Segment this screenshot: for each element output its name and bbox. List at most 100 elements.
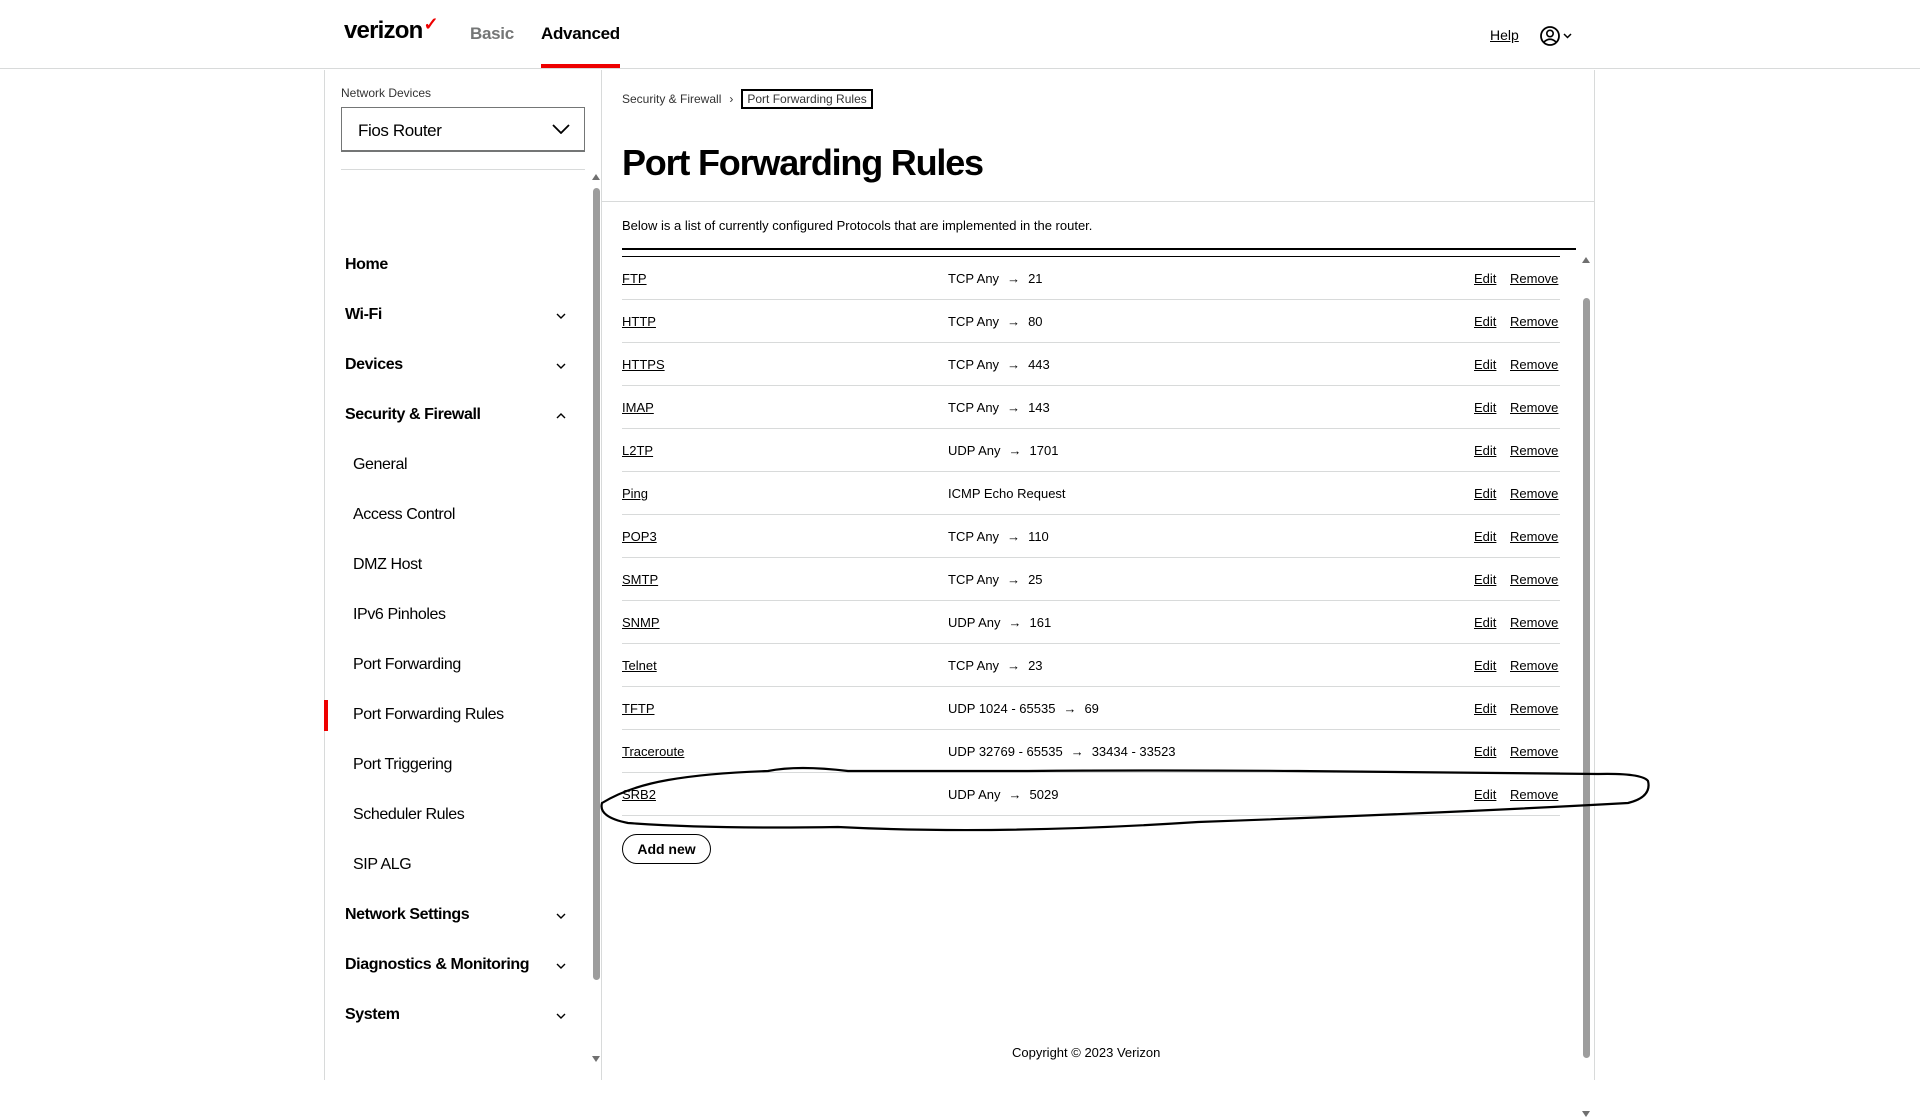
- scroll-up-arrow-icon[interactable]: [592, 174, 600, 180]
- rule-name-link[interactable]: Telnet: [622, 658, 657, 673]
- rule-to-port: 110: [1028, 529, 1049, 544]
- table-row: Telnet TCP Any → 23 Edit Remove: [622, 644, 1560, 687]
- sidebar-item-wifi[interactable]: Wi-Fi: [345, 306, 382, 324]
- edit-link[interactable]: Edit: [1474, 744, 1496, 759]
- edit-link[interactable]: Edit: [1474, 357, 1496, 372]
- remove-link[interactable]: Remove: [1510, 529, 1558, 544]
- remove-link[interactable]: Remove: [1510, 615, 1558, 630]
- remove-link[interactable]: Remove: [1510, 658, 1558, 673]
- sidebar-item-port-triggering[interactable]: Port Triggering: [353, 756, 452, 774]
- scroll-up-arrow-icon[interactable]: [1582, 257, 1590, 263]
- arrow-right-icon: →: [1007, 658, 1021, 673]
- rule-name-link[interactable]: SNMP: [622, 615, 660, 630]
- scroll-down-arrow-icon[interactable]: [592, 1056, 600, 1062]
- arrow-right-icon: →: [1007, 572, 1021, 587]
- chevron-down-icon[interactable]: [555, 1012, 567, 1020]
- remove-link[interactable]: Remove: [1510, 443, 1558, 458]
- remove-link[interactable]: Remove: [1510, 271, 1558, 286]
- rule-protocol: ICMP Echo Request: [948, 486, 1066, 501]
- edit-link[interactable]: Edit: [1474, 701, 1496, 716]
- remove-link[interactable]: Remove: [1510, 486, 1558, 501]
- edit-link[interactable]: Edit: [1474, 271, 1496, 286]
- sidebar-item-diagnostics[interactable]: Diagnostics & Monitoring: [345, 956, 530, 974]
- sidebar-item-general[interactable]: General: [353, 456, 408, 474]
- edit-link[interactable]: Edit: [1474, 443, 1496, 458]
- table-row: SNMP UDP Any → 161 Edit Remove: [622, 601, 1560, 644]
- sidebar-item-network-settings[interactable]: Network Settings: [345, 906, 470, 924]
- add-new-button[interactable]: Add new: [622, 834, 711, 864]
- sidebar-item-port-forwarding[interactable]: Port Forwarding: [353, 656, 461, 674]
- edit-link[interactable]: Edit: [1474, 314, 1496, 329]
- rule-name-link[interactable]: L2TP: [622, 443, 653, 458]
- edit-link[interactable]: Edit: [1474, 529, 1496, 544]
- rule-name-link[interactable]: SMTP: [622, 572, 658, 587]
- rule-from: TCP Any: [948, 357, 1000, 372]
- rule-name-link[interactable]: HTTPS: [622, 357, 665, 372]
- rule-from: UDP Any: [948, 787, 1001, 802]
- edit-link[interactable]: Edit: [1474, 615, 1496, 630]
- rule-from: TCP Any: [948, 658, 1000, 673]
- rule-from: TCP Any: [948, 572, 1000, 587]
- breadcrumb-security[interactable]: Security & Firewall: [622, 92, 721, 106]
- sidebar-item-home[interactable]: Home: [345, 256, 388, 274]
- chevron-up-icon[interactable]: [555, 412, 567, 420]
- remove-link[interactable]: Remove: [1510, 400, 1558, 415]
- sidebar-scrollbar[interactable]: [591, 170, 601, 1066]
- rule-protocol: TCP Any → 25: [948, 572, 1043, 587]
- sidebar-item-access-control[interactable]: Access Control: [353, 506, 455, 524]
- arrow-right-icon: →: [1008, 787, 1022, 802]
- scrollbar-thumb[interactable]: [593, 188, 600, 980]
- rule-protocol: UDP 1024 - 65535 → 69: [948, 701, 1099, 716]
- chevron-down-icon[interactable]: [555, 362, 567, 370]
- rule-name-link[interactable]: Ping: [622, 486, 648, 501]
- remove-link[interactable]: Remove: [1510, 314, 1558, 329]
- remove-link[interactable]: Remove: [1510, 787, 1558, 802]
- sidebar-item-security-firewall[interactable]: Security & Firewall: [345, 406, 481, 424]
- remove-link[interactable]: Remove: [1510, 701, 1558, 716]
- sidebar-item-ipv6-pinholes[interactable]: IPv6 Pinholes: [353, 606, 446, 624]
- rule-name-link[interactable]: HTTP: [622, 314, 656, 329]
- rule-protocol: TCP Any → 21: [948, 271, 1043, 286]
- sidebar-item-system[interactable]: System: [345, 1006, 400, 1024]
- verizon-logo[interactable]: verizon✓: [344, 14, 439, 45]
- tab-advanced[interactable]: Advanced: [541, 24, 620, 68]
- edit-link[interactable]: Edit: [1474, 486, 1496, 501]
- rule-to-port: 443: [1028, 357, 1050, 372]
- remove-link[interactable]: Remove: [1510, 572, 1558, 587]
- rule-name-link[interactable]: IMAP: [622, 400, 654, 415]
- user-menu-button[interactable]: [1539, 25, 1579, 47]
- edit-link[interactable]: Edit: [1474, 572, 1496, 587]
- rule-to-port: 21: [1028, 271, 1043, 286]
- rule-to-port: 25: [1028, 572, 1043, 587]
- content-scrollbar[interactable]: [1581, 253, 1591, 1117]
- chevron-down-icon[interactable]: [555, 912, 567, 920]
- chevron-down-icon[interactable]: [555, 962, 567, 970]
- remove-link[interactable]: Remove: [1510, 357, 1558, 372]
- breadcrumb-current[interactable]: Port Forwarding Rules: [741, 89, 873, 109]
- scrollbar-thumb[interactable]: [1583, 298, 1590, 1058]
- help-link[interactable]: Help: [1490, 27, 1519, 43]
- rule-name-link[interactable]: TFTP: [622, 701, 655, 716]
- table-row: SMTP TCP Any → 25 Edit Remove: [622, 558, 1560, 601]
- chevron-down-icon[interactable]: [555, 312, 567, 320]
- tab-basic[interactable]: Basic: [470, 24, 514, 44]
- remove-link[interactable]: Remove: [1510, 744, 1558, 759]
- edit-link[interactable]: Edit: [1474, 658, 1496, 673]
- device-select[interactable]: Fios Router: [341, 107, 585, 152]
- rule-name-link[interactable]: SRB2: [622, 787, 656, 802]
- sidebar-item-scheduler-rules[interactable]: Scheduler Rules: [353, 806, 465, 824]
- sidebar-item-devices[interactable]: Devices: [345, 356, 403, 374]
- rule-name-link[interactable]: POP3: [622, 529, 657, 544]
- rule-to-port: 161: [1029, 615, 1052, 630]
- edit-link[interactable]: Edit: [1474, 400, 1496, 415]
- rule-protocol: TCP Any → 23: [948, 658, 1043, 673]
- edit-link[interactable]: Edit: [1474, 787, 1496, 802]
- sidebar-item-dmz-host[interactable]: DMZ Host: [353, 556, 422, 574]
- rule-to-port: 1701: [1029, 443, 1059, 458]
- breadcrumb: Security & Firewall › Port Forwarding Rule…: [622, 89, 873, 109]
- rule-name-link[interactable]: FTP: [622, 271, 647, 286]
- scroll-down-arrow-icon[interactable]: [1582, 1111, 1590, 1117]
- rule-name-link[interactable]: Traceroute: [622, 744, 684, 759]
- sidebar-item-port-forwarding-rules[interactable]: Port Forwarding Rules: [353, 706, 504, 724]
- sidebar-item-sip-alg[interactable]: SIP ALG: [353, 856, 412, 874]
